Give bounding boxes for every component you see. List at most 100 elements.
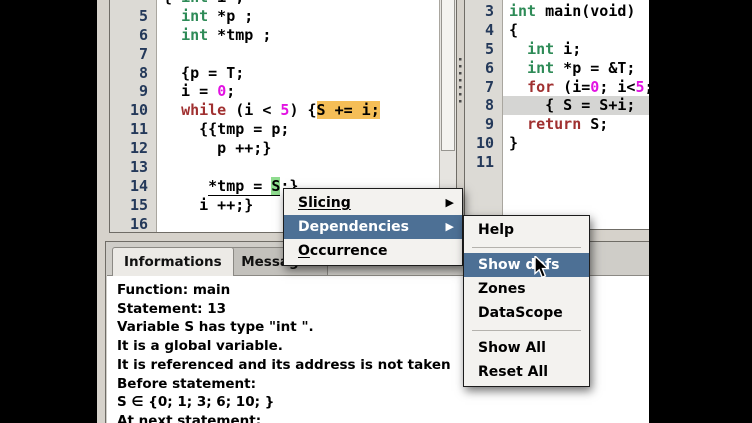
code-segment: ) { [289, 101, 316, 119]
code-line[interactable] [157, 158, 440, 177]
menu-separator [472, 247, 581, 248]
code-line[interactable]: int *p ; [157, 7, 440, 26]
line-number: 8 [465, 96, 502, 115]
code-segment: } [509, 134, 518, 152]
code-segment: *tmp = [208, 177, 271, 196]
line-number: 9 [465, 115, 502, 134]
code-line[interactable]: { int i ; [157, 0, 440, 7]
line-number: 8 [110, 64, 156, 83]
menu-item-label: Occurrence [298, 239, 388, 263]
code-segment: main(void) [536, 2, 635, 20]
line-number: 10 [465, 134, 502, 153]
right-code-panel: 34567891011 int main(void){ int i; int *… [464, 0, 649, 230]
menu-item-show-all[interactable]: Show All [464, 336, 589, 360]
code-segment: S; [581, 115, 608, 133]
code-segment: i; [554, 40, 581, 58]
code-line[interactable]: int i; [503, 40, 649, 59]
line-number: 15 [110, 196, 156, 215]
code-segment [163, 177, 208, 195]
line-number [110, 0, 156, 7]
code-segment: i ; [208, 0, 244, 6]
menu-item-show-defs[interactable]: Show defs [464, 253, 589, 277]
code-line[interactable]: return S; [503, 115, 649, 134]
line-number: 7 [465, 78, 502, 97]
code-line[interactable]: { S = S+i; [503, 96, 649, 115]
code-segment [509, 59, 527, 77]
code-line[interactable]: } [503, 134, 649, 153]
menu-item-label: Show All [478, 336, 546, 360]
line-number: 6 [110, 26, 156, 45]
info-line: S ∈ {0; 1; 3; 6; 10; } [117, 393, 649, 412]
line-number: 13 [110, 158, 156, 177]
code-segment: p ++;} [163, 139, 271, 157]
code-segment: (i= [554, 78, 590, 96]
code-segment: int [527, 59, 554, 77]
code-segment: for [527, 78, 554, 96]
code-segment: *p = &T; [554, 59, 635, 77]
line-number: 5 [465, 40, 502, 59]
pane-splitter-grip[interactable] [457, 58, 463, 106]
menu-item-slicing[interactable]: Slicing▶ [284, 191, 462, 215]
line-number: 9 [110, 82, 156, 101]
menu-item-datascope[interactable]: DataScope [464, 301, 589, 325]
menu-item-zones[interactable]: Zones [464, 277, 589, 301]
menu-item-label: DataScope [478, 301, 563, 325]
menu-item-reset-all[interactable]: Reset All [464, 360, 589, 384]
menu-item-label: Help [478, 218, 514, 242]
code-line[interactable]: {p = T; [157, 64, 440, 83]
submenu-arrow-icon: ▶ [446, 191, 454, 215]
code-segment [509, 78, 527, 96]
code-segment: int [509, 2, 536, 20]
code-segment: {{tmp = p; [163, 120, 289, 138]
line-number: 11 [465, 153, 502, 172]
context-menu: Slicing▶Dependencies▶Occurrence [283, 188, 463, 266]
code-segment: (i < [226, 101, 280, 119]
code-segment: return [527, 115, 581, 133]
code-line[interactable]: { [503, 21, 649, 40]
code-line[interactable]: int *p = &T; [503, 59, 649, 78]
code-segment: i ++;} [163, 196, 253, 214]
code-segment: int [181, 0, 208, 6]
line-number: 3 [465, 2, 502, 21]
code-line[interactable]: {{tmp = p; [157, 120, 440, 139]
code-segment: *p ; [208, 7, 253, 25]
menu-item-occurrence[interactable]: Occurrence [284, 239, 462, 263]
code-line[interactable]: while (i < 5) {S += i; [157, 101, 440, 120]
menu-item-label: Dependencies [298, 215, 409, 239]
code-line[interactable] [503, 153, 649, 172]
code-segment [163, 101, 181, 119]
menu-item-dependencies[interactable]: Dependencies▶ [284, 215, 462, 239]
line-number: 14 [110, 177, 156, 196]
right-code-area[interactable]: int main(void){ int i; int *p = &T; for … [503, 0, 649, 229]
code-segment: int [181, 7, 208, 25]
line-number: 4 [465, 21, 502, 40]
code-segment: { S = S+i; [509, 96, 635, 114]
code-segment: 0 [217, 82, 226, 100]
line-number: 11 [110, 120, 156, 139]
code-line[interactable]: for (i=0; i<5; i++) [503, 78, 649, 97]
code-line[interactable] [157, 45, 440, 64]
tab-informations[interactable]: Informations [112, 247, 234, 276]
code-segment: { [509, 21, 518, 39]
line-number: 10 [110, 101, 156, 120]
dependencies-submenu: Help Show defsZonesDataScope Show AllReset… [463, 215, 590, 387]
code-segment: ; i++) [644, 78, 649, 96]
code-segment: *tmp ; [208, 26, 271, 44]
code-segment: int [181, 26, 208, 44]
menu-item-help[interactable]: Help [464, 218, 589, 242]
code-segment: { [163, 0, 181, 6]
menu-item-label: Zones [478, 277, 526, 301]
code-segment: S += i; [317, 101, 380, 119]
code-line[interactable]: p ++;} [157, 139, 440, 158]
code-segment: i = [163, 82, 217, 100]
scrollbar-thumb[interactable] [441, 0, 455, 151]
code-segment [163, 26, 181, 44]
code-segment: int [527, 40, 554, 58]
code-line[interactable]: i = 0; [157, 82, 440, 101]
code-segment [509, 40, 527, 58]
code-line[interactable]: int main(void) [503, 2, 649, 21]
code-line[interactable]: int *tmp ; [157, 26, 440, 45]
line-number: 7 [110, 45, 156, 64]
screenshot-stage: 5678910111213141516 { int i ; int *p ; i… [0, 0, 752, 423]
menu-separator [472, 330, 581, 331]
